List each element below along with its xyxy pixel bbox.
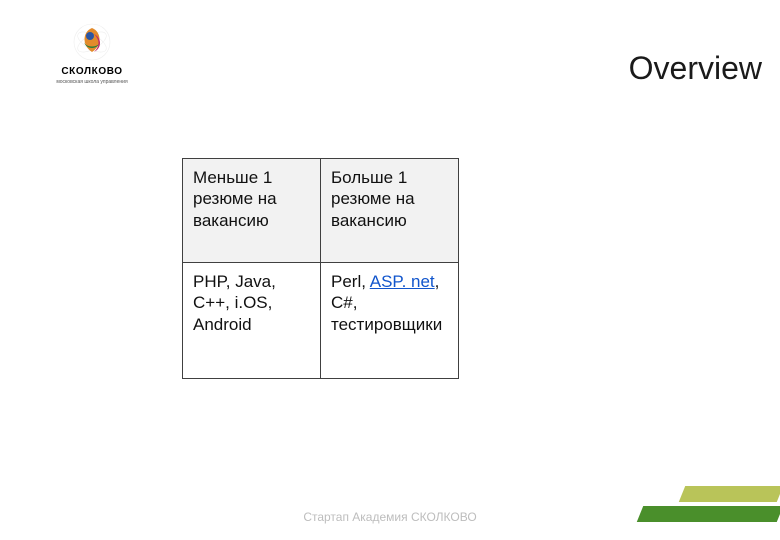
logo-icon — [72, 22, 112, 62]
logo-subtitle: московская школа управления — [42, 79, 142, 85]
body-cell-more-than-1: Perl, ASP. net, C#, тестировщики — [321, 263, 459, 379]
overview-table: Меньше 1 резюме на вакансию Больше 1 рез… — [182, 158, 459, 379]
logo-text: СКОЛКОВО — [42, 66, 142, 77]
header-cell-less-than-1: Меньше 1 резюме на вакансию — [183, 159, 321, 263]
page-title: Overview — [629, 50, 762, 87]
body-cell-less-than-1: PHP, Java, C++, i.OS, Android — [183, 263, 321, 379]
bar-light — [679, 486, 780, 502]
bar-dark — [637, 506, 780, 522]
body-col2-prefix: Perl, — [331, 272, 370, 291]
logo: СКОЛКОВО московская школа управления — [42, 22, 142, 85]
table-body-row: PHP, Java, C++, i.OS, Android Perl, ASP.… — [183, 263, 459, 379]
table-header-row: Меньше 1 резюме на вакансию Больше 1 рез… — [183, 159, 459, 263]
aspnet-link[interactable]: ASP. net — [370, 272, 435, 291]
header-cell-more-than-1: Больше 1 резюме на вакансию — [321, 159, 459, 263]
